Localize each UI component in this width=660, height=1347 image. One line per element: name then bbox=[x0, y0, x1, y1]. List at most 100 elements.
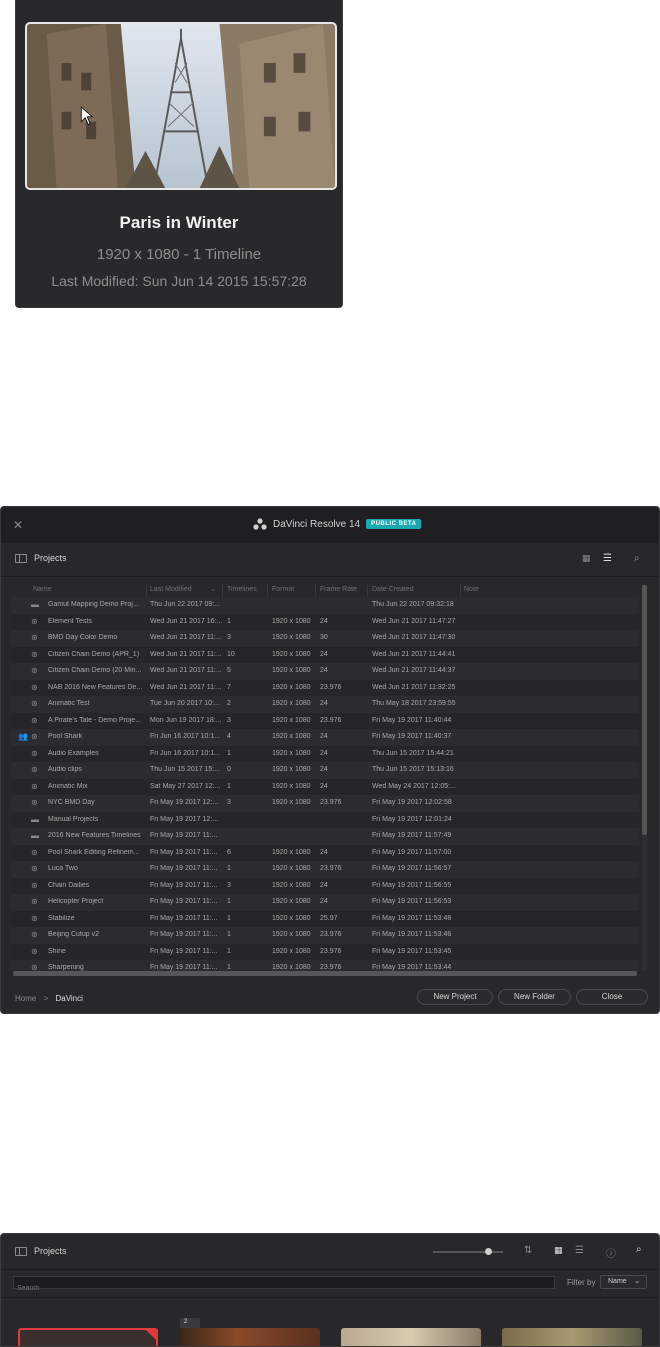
cell-date-created: Wed Jun 21 2017 11:44:37 bbox=[372, 667, 456, 674]
column-divider[interactable] bbox=[267, 585, 268, 597]
column-frame-rate[interactable]: Frame Rate bbox=[320, 586, 357, 593]
cell-last-modified: Wed Jun 21 2017 16:... bbox=[150, 617, 223, 625]
project-icon: ⊛ bbox=[31, 880, 38, 890]
close-icon[interactable]: ✕ bbox=[13, 518, 23, 532]
table-row[interactable]: ⊛ Chain Dailies Fri May 19 2017 11:... 3 192… bbox=[11, 877, 639, 894]
eiffel-tower-image bbox=[27, 24, 335, 188]
project-tile[interactable] bbox=[341, 1328, 481, 1346]
slider-knob[interactable] bbox=[485, 1248, 492, 1255]
project-icon: ⊛ bbox=[31, 666, 38, 675]
sort-icon[interactable]: ⇅ bbox=[524, 1245, 532, 1256]
table-row[interactable]: ⊛ BMD Day Color Demo Wed Jun 21 2017 11:..… bbox=[11, 630, 639, 647]
table-row[interactable]: ⊛ Animatic Mix Sat May 27 2017 12:... 1 1920… bbox=[11, 778, 639, 795]
breadcrumb-current[interactable]: DaVinci bbox=[55, 994, 82, 1003]
folder-icon: ▬ bbox=[31, 600, 39, 609]
table-row[interactable]: ⊛ Stabilize Fri May 19 2017 11:... 1 1920 x … bbox=[11, 910, 639, 927]
horizontal-scrollbar[interactable] bbox=[13, 971, 637, 976]
cell-date-created: Fri May 19 2017 11:53:46 bbox=[372, 931, 452, 938]
project-thumbnail[interactable] bbox=[25, 22, 337, 190]
table-row[interactable]: ⊛ Element Tests Wed Jun 21 2017 16:... 1 192… bbox=[11, 613, 639, 630]
cell-format: 1920 x 1080 bbox=[272, 766, 311, 773]
cell-frame-rate: 24 bbox=[320, 733, 328, 740]
search-field[interactable] bbox=[13, 1276, 555, 1294]
column-divider[interactable] bbox=[315, 585, 316, 597]
table-row[interactable]: ⊛ Animatic Test Tue Jun 20 2017 10:... 2 192… bbox=[11, 696, 639, 713]
vertical-scroll-thumb[interactable] bbox=[642, 585, 647, 835]
vertical-scrollbar[interactable] bbox=[642, 585, 647, 970]
search-icon[interactable]: ⌕ bbox=[634, 553, 640, 564]
sidebar-toggle-icon[interactable] bbox=[15, 1247, 27, 1256]
cell-last-modified: Fri May 19 2017 11:... bbox=[150, 848, 218, 856]
column-divider[interactable] bbox=[460, 585, 461, 597]
table-row[interactable]: ▬ Manual Projects Fri May 19 2017 12:... Fr… bbox=[11, 811, 639, 828]
table-row[interactable]: ⊛ Shine Fri May 19 2017 11:... 1 1920 x 1080… bbox=[11, 943, 639, 960]
sort-chevron-icon[interactable]: ⌄ bbox=[210, 585, 216, 593]
project-icon: ⊛ bbox=[31, 616, 38, 626]
cell-timelines: 1 bbox=[227, 947, 231, 955]
cell-name: Citizen Chain Demo (APR_1) bbox=[48, 650, 140, 658]
search-input[interactable] bbox=[14, 1283, 554, 1294]
list-view-icon[interactable]: ☰ bbox=[575, 1245, 584, 1256]
column-name[interactable]: Name bbox=[33, 586, 52, 593]
cell-timelines: 6 bbox=[227, 848, 231, 856]
cell-frame-rate: 24 bbox=[320, 667, 328, 674]
sidebar-toggle-icon[interactable] bbox=[15, 554, 27, 563]
project-icon: ⊛ bbox=[31, 946, 38, 956]
close-button[interactable]: Close bbox=[576, 989, 648, 1005]
cell-date-created: Fri May 19 2017 11:56:55 bbox=[372, 881, 452, 889]
cell-frame-rate: 24 bbox=[320, 766, 328, 773]
table-row[interactable]: ▬ Gamut Mapping Demo Proj... Thu Jun 22 20… bbox=[11, 597, 639, 614]
cell-name: Stabilize bbox=[48, 914, 75, 922]
search-icon[interactable]: ⌕ bbox=[636, 1244, 642, 1255]
project-tile[interactable] bbox=[502, 1328, 642, 1346]
project-resolution: 1920 x 1080 - 1 Timeline bbox=[96, 246, 262, 263]
table-row[interactable]: ⊛ Luca Two Fri May 19 2017 11:... 1 1920 x 1… bbox=[11, 861, 639, 878]
project-card[interactable]: Paris in Winter 1920 x 1080 - 1 Timeline… bbox=[15, 0, 343, 308]
column-date-created[interactable]: Date Created bbox=[372, 586, 414, 593]
info-icon[interactable]: ⓘ bbox=[606, 1245, 616, 1260]
table-row[interactable]: 👥 ⊛ Pool Shark Fri Jun 16 2017 10:1... 4 1920… bbox=[11, 729, 639, 746]
filter-label: Filter by bbox=[567, 1278, 596, 1287]
table-row[interactable]: ⊛ Citizen Chain Demo (20 Min... Wed Jun 21… bbox=[11, 663, 639, 680]
project-tile-selected[interactable] bbox=[18, 1328, 158, 1346]
list-view-icon[interactable]: ☰ bbox=[603, 553, 612, 564]
column-last-modified[interactable]: Last Modified bbox=[150, 586, 192, 593]
table-row[interactable]: ⊛ Audio clips Thu Jun 15 2017 15:... 0 1920 … bbox=[11, 762, 639, 779]
project-tile[interactable] bbox=[180, 1328, 320, 1346]
table-row[interactable]: ⊛ A Pirate's Tale - Demo Proje... Mon Jun … bbox=[11, 712, 639, 729]
panel-title-2: Projects bbox=[34, 1246, 67, 1256]
cell-last-modified: Sat May 27 2017 12:... bbox=[150, 782, 221, 790]
table-row[interactable]: ⊛ Audio Examples Fri Jun 16 2017 10:1... 1 1… bbox=[11, 745, 639, 762]
column-format[interactable]: Format bbox=[272, 586, 294, 593]
grid-view-icon[interactable]: ▦ bbox=[554, 1245, 563, 1256]
table-row[interactable]: ⊛ NAB 2016 New Features De... Wed Jun 21 2… bbox=[11, 679, 639, 696]
column-timelines[interactable]: Timelines bbox=[227, 586, 257, 593]
thumbnail-size-slider[interactable] bbox=[433, 1248, 503, 1255]
cell-format: 1920 x 1080 bbox=[272, 749, 311, 757]
new-folder-button[interactable]: New Folder bbox=[498, 989, 571, 1005]
project-manager-window: ✕ DaVinci Resolve 14 PUBLIC BETA Project… bbox=[0, 506, 660, 1014]
column-note[interactable]: Note bbox=[464, 586, 479, 593]
app-title: DaVinci Resolve 14 PUBLIC BETA bbox=[253, 518, 422, 530]
cell-date-created: Wed Jun 21 2017 11:47:30 bbox=[372, 634, 456, 641]
grid-view-icon[interactable]: ▦ bbox=[582, 553, 591, 564]
cell-timelines: 1 bbox=[227, 865, 231, 872]
cell-frame-rate: 23.976 bbox=[320, 865, 342, 872]
column-divider[interactable] bbox=[146, 585, 147, 597]
cell-date-created: Fri May 19 2017 12:01:24 bbox=[372, 815, 452, 823]
cell-frame-rate: 24 bbox=[320, 848, 328, 856]
cell-timelines: 3 bbox=[227, 716, 231, 724]
filter-dropdown[interactable]: Name ⌄ bbox=[600, 1275, 647, 1289]
breadcrumb-home[interactable]: Home bbox=[15, 994, 36, 1003]
table-row[interactable]: ⊛ NYC BMD Day Fri May 19 2017 12:... 3 1920 … bbox=[11, 795, 639, 812]
column-divider[interactable] bbox=[367, 585, 368, 597]
table-row[interactable]: ⊛ Helicopter Project Fri May 19 2017 11:..… bbox=[11, 894, 639, 911]
column-divider[interactable] bbox=[222, 585, 223, 597]
cell-name: Element Tests bbox=[48, 617, 92, 625]
table-row[interactable]: ▬ 2016 New Features Timelines Fri May 19 2… bbox=[11, 828, 639, 845]
table-row[interactable]: ⊛ Beijing Cutup v2 Fri May 19 2017 11:... 1… bbox=[11, 927, 639, 944]
project-table: ▬ Gamut Mapping Demo Proj... Thu Jun 22 20… bbox=[11, 597, 639, 972]
table-row[interactable]: ⊛ Citizen Chain Demo (APR_1) Wed Jun 21 20… bbox=[11, 646, 639, 663]
table-row[interactable]: ⊛ Pool Shark Editing Refinem... Fri May 19… bbox=[11, 844, 639, 861]
new-project-button[interactable]: New Project bbox=[417, 989, 493, 1005]
